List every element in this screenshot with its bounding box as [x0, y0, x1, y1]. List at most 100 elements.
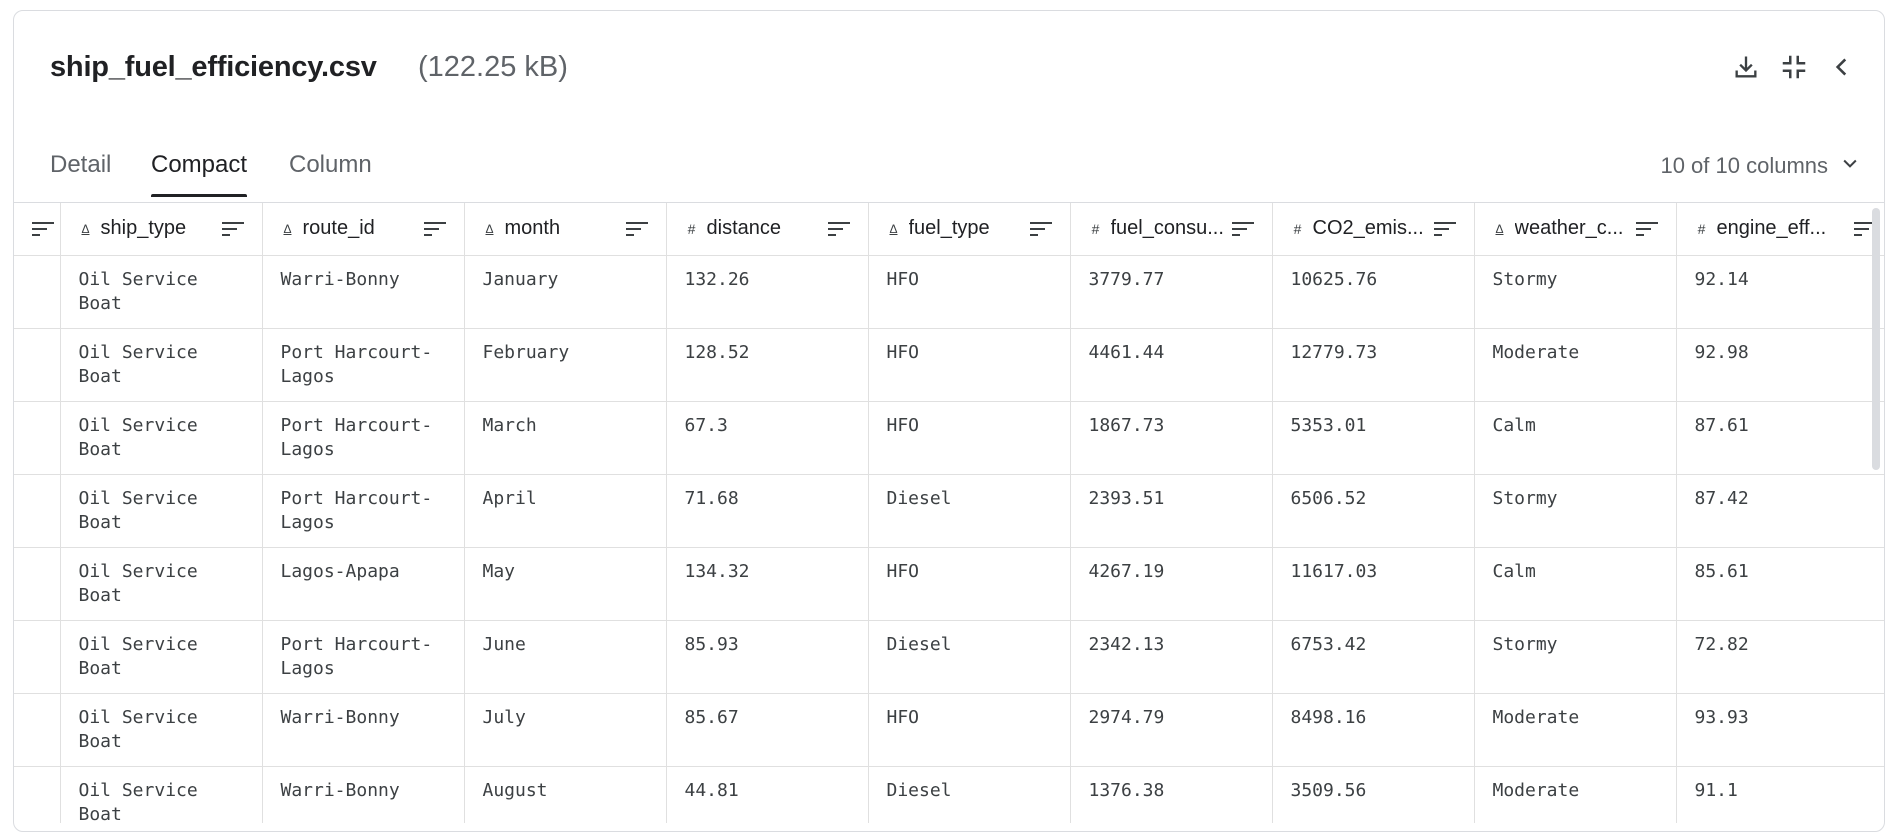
tab-detail[interactable]: Detail [50, 151, 111, 193]
sort-icon[interactable] [1029, 221, 1052, 237]
tab-column[interactable]: Column [289, 151, 372, 193]
table-cell: 71.68 [666, 474, 869, 548]
table-cell: Moderate [1474, 766, 1677, 823]
string-type-icon: Δ [81, 221, 90, 236]
table-cell: 5353.01 [1272, 401, 1475, 475]
table-cell: 85.93 [666, 620, 869, 694]
column-header-8[interactable]: # engine_eff... [1676, 203, 1884, 256]
column-header-2[interactable]: Δmonth [464, 203, 667, 256]
file-header: ship_fuel_efficiency.csv (122.25 kB) [14, 11, 1884, 111]
sort-icon[interactable] [1231, 221, 1254, 237]
table-cell: 2342.13 [1070, 620, 1273, 694]
table-cell: August [464, 766, 667, 823]
table-cell: 87.61 [1676, 401, 1884, 475]
table-cell: 91.1 [1676, 766, 1884, 823]
numeric-type-icon: # [1697, 220, 1706, 237]
table-cell: Moderate [1474, 328, 1677, 402]
collapse-icon[interactable] [1774, 47, 1814, 87]
column-name: month [504, 217, 561, 240]
table-cell: Oil Service Boat [60, 401, 263, 475]
table-cell: Oil Service Boat [60, 328, 263, 402]
table-row: Oil Service Boat Warri-Bonny July 85.67 HFO 2… [14, 693, 1884, 767]
chevron-left-icon[interactable] [1822, 47, 1862, 87]
row-index-cell [14, 255, 61, 329]
table-cell: 92.98 [1676, 328, 1884, 402]
column-header-1[interactable]: Δroute_id [262, 203, 465, 256]
table-row: Oil Service Boat Port Harcourt-Lagos April… [14, 474, 1884, 548]
view-tabs: Detail Compact Column 10 of 10 columns [14, 139, 1884, 201]
table-header-row: Δship_type Δroute_id Δmonth # distance Δfuel_… [14, 203, 1884, 256]
table-cell: March [464, 401, 667, 475]
table-cell: July [464, 693, 667, 767]
vertical-scrollbar[interactable] [1872, 208, 1880, 470]
table-cell: Oil Service Boat [60, 693, 263, 767]
column-name: weather_c... [1514, 217, 1624, 240]
column-header-4[interactable]: Δfuel_type [868, 203, 1071, 256]
table-cell: 2393.51 [1070, 474, 1273, 548]
table-row: Oil Service Boat Port Harcourt-Lagos March… [14, 401, 1884, 475]
column-selector[interactable]: 10 of 10 columns [1660, 153, 1860, 179]
table-cell: 87.42 [1676, 474, 1884, 548]
row-index-cell [14, 328, 61, 402]
table-cell: 67.3 [666, 401, 869, 475]
sort-icon[interactable] [625, 221, 648, 237]
data-table-container[interactable]: Δship_type Δroute_id Δmonth # distance Δfuel_… [14, 202, 1884, 823]
table-cell: Port Harcourt-Lagos [262, 474, 465, 548]
table-cell: Warri-Bonny [262, 255, 465, 329]
table-cell: 85.67 [666, 693, 869, 767]
column-name: ship_type [100, 217, 187, 240]
numeric-type-icon: # [1091, 220, 1100, 237]
table-cell: 3779.77 [1070, 255, 1273, 329]
table-cell: 3509.56 [1272, 766, 1475, 823]
sort-icon[interactable] [827, 221, 850, 237]
sort-icon[interactable] [1635, 221, 1658, 237]
table-body: Oil Service Boat Warri-Bonny January 132.26… [14, 255, 1884, 823]
table-cell: 72.82 [1676, 620, 1884, 694]
sort-icon[interactable] [1433, 221, 1456, 237]
table-cell: Diesel [868, 474, 1071, 548]
sort-icon[interactable] [423, 221, 446, 237]
table-cell: 2974.79 [1070, 693, 1273, 767]
index-column-header[interactable] [14, 203, 61, 256]
table-cell: 128.52 [666, 328, 869, 402]
table-cell: 132.26 [666, 255, 869, 329]
table-cell: April [464, 474, 667, 548]
table-cell: HFO [868, 547, 1071, 621]
table-cell: Diesel [868, 620, 1071, 694]
column-name: fuel_consu... [1110, 217, 1224, 240]
table-row: Oil Service Boat Port Harcourt-Lagos June 8… [14, 620, 1884, 694]
table-row: Oil Service Boat Warri-Bonny January 132.26… [14, 255, 1884, 329]
column-header-6[interactable]: # CO2_emis... [1272, 203, 1475, 256]
sort-icon[interactable] [31, 221, 54, 237]
table-cell: 10625.76 [1272, 255, 1475, 329]
table-cell: May [464, 547, 667, 621]
table-cell: Port Harcourt-Lagos [262, 328, 465, 402]
file-size: (122.25 kB) [418, 51, 568, 83]
table-cell: HFO [868, 328, 1071, 402]
column-name: fuel_type [908, 217, 990, 240]
table-cell: 4461.44 [1070, 328, 1273, 402]
table-cell: 93.93 [1676, 693, 1884, 767]
string-type-icon: Δ [485, 221, 494, 236]
data-table: Δship_type Δroute_id Δmonth # distance Δfuel_… [14, 203, 1884, 823]
table-cell: Oil Service Boat [60, 547, 263, 621]
string-type-icon: Δ [889, 221, 898, 236]
download-icon[interactable] [1726, 47, 1766, 87]
table-cell: 1376.38 [1070, 766, 1273, 823]
column-header-7[interactable]: Δweather_c... [1474, 203, 1677, 256]
table-cell: June [464, 620, 667, 694]
tab-compact[interactable]: Compact [151, 151, 248, 197]
column-header-0[interactable]: Δship_type [60, 203, 263, 256]
table-cell: January [464, 255, 667, 329]
table-cell: Oil Service Boat [60, 474, 263, 548]
table-cell: 92.14 [1676, 255, 1884, 329]
table-cell: 11617.03 [1272, 547, 1475, 621]
table-cell: HFO [868, 255, 1071, 329]
table-cell: 8498.16 [1272, 693, 1475, 767]
table-cell: Stormy [1474, 620, 1677, 694]
sort-icon[interactable] [221, 221, 244, 237]
column-name: engine_eff... [1716, 217, 1827, 240]
column-header-3[interactable]: # distance [666, 203, 869, 256]
column-header-5[interactable]: # fuel_consu... [1070, 203, 1273, 256]
table-cell: 6753.42 [1272, 620, 1475, 694]
